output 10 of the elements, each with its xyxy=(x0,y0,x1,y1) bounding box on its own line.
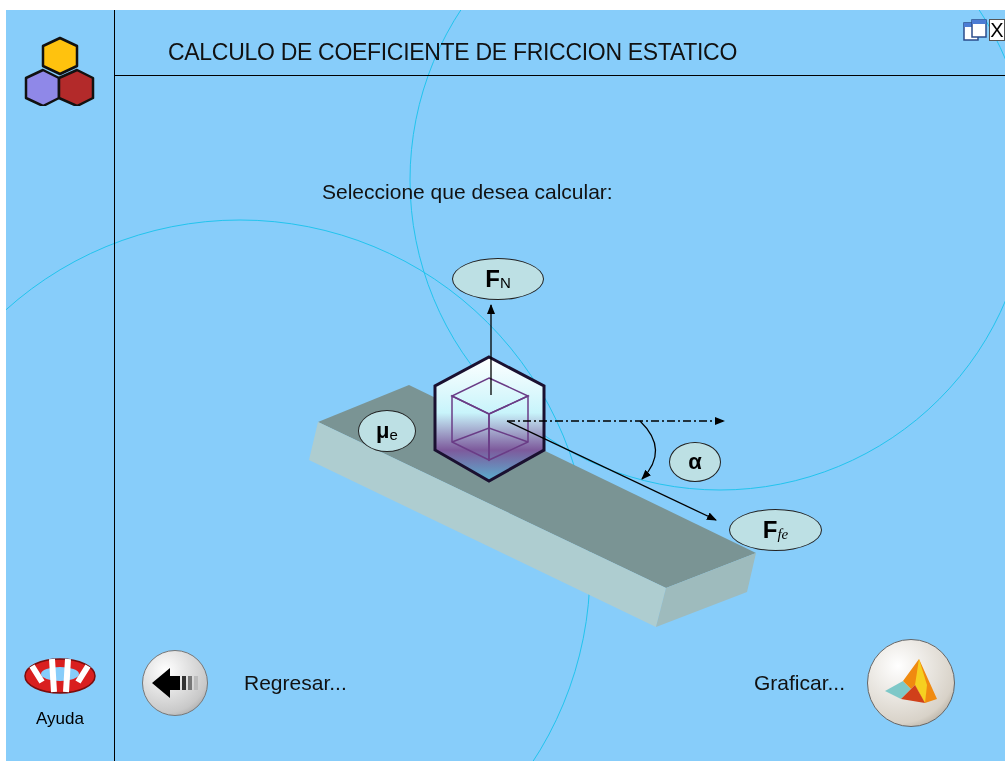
variable-label[interactable]: α xyxy=(669,442,721,482)
window-title: CALCULO DE COEFICIENTE DE FRICCION ESTATICO xyxy=(168,37,737,67)
nav-label[interactable]: Regresar... xyxy=(244,667,347,699)
left-arrow-icon xyxy=(150,666,200,700)
help-label[interactable]: Ayuda xyxy=(36,705,84,731)
restore-windows-icon[interactable] xyxy=(962,18,988,42)
nav-label[interactable]: Graficar... xyxy=(753,667,845,699)
angle-arc-arrow xyxy=(639,420,657,480)
prompt-text: Seleccione que desea calcular: xyxy=(322,180,613,203)
close-button[interactable]: X xyxy=(989,19,1005,41)
